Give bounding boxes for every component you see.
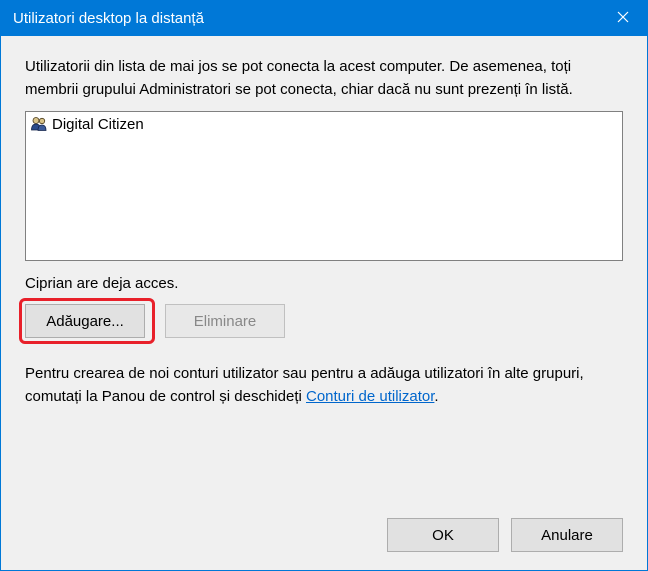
description-text: Utilizatorii din lista de mai jos se pot…: [25, 56, 623, 101]
titlebar: Utilizatori desktop la distanță: [1, 1, 647, 36]
help-prefix: Pentru crearea de noi conturi utilizator…: [25, 365, 584, 405]
help-suffix: .: [434, 388, 438, 405]
action-button-row: Adăugare... Eliminare: [25, 304, 623, 338]
remote-desktop-users-dialog: Utilizatori desktop la distanță Utilizat…: [0, 0, 648, 571]
users-listbox[interactable]: Digital Citizen: [25, 111, 623, 261]
list-item[interactable]: Digital Citizen: [28, 114, 620, 134]
cancel-button[interactable]: Anulare: [511, 518, 623, 552]
close-button[interactable]: [599, 1, 647, 36]
user-group-icon: [30, 115, 48, 133]
close-icon: [617, 10, 629, 28]
help-text: Pentru crearea de noi conturi utilizator…: [25, 362, 623, 409]
access-status-text: Ciprian are deja acces.: [25, 275, 623, 292]
ok-button[interactable]: OK: [387, 518, 499, 552]
user-accounts-link[interactable]: Conturi de utilizator: [306, 388, 434, 405]
dialog-title: Utilizatori desktop la distanță: [13, 10, 204, 27]
list-item-label: Digital Citizen: [52, 116, 144, 133]
add-button[interactable]: Adăugare...: [25, 304, 145, 338]
dialog-footer: OK Anulare: [387, 518, 623, 552]
dialog-content: Utilizatorii din lista de mai jos se pot…: [1, 36, 647, 570]
remove-button[interactable]: Eliminare: [165, 304, 285, 338]
